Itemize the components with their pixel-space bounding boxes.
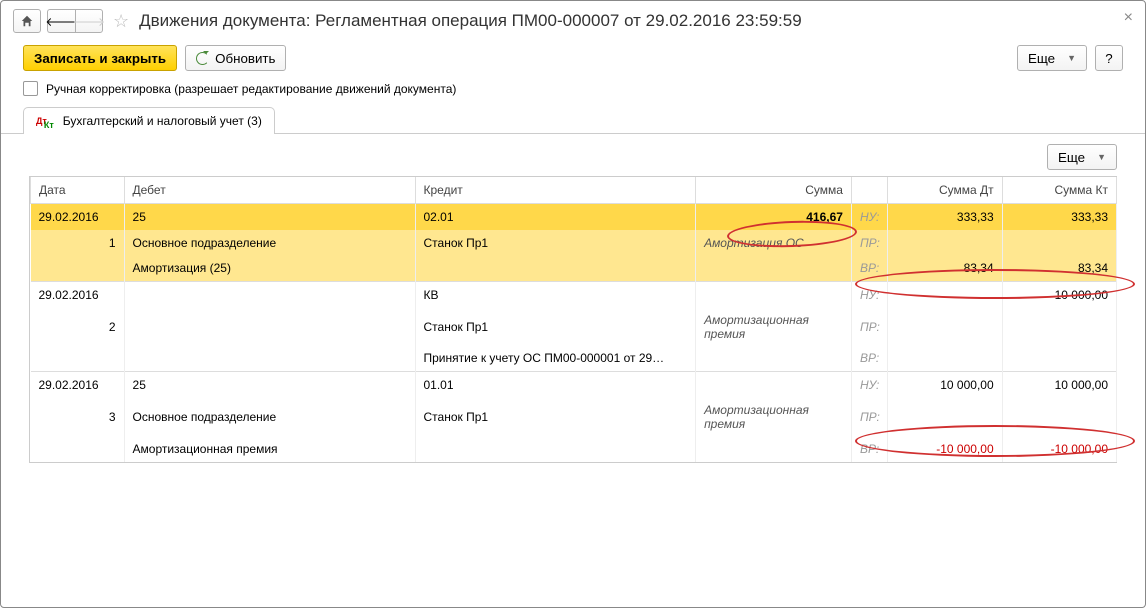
- cell-pr-dt: [888, 230, 1002, 256]
- cell-pr-dt: [888, 308, 1002, 346]
- cell-date: 29.02.2016: [31, 204, 125, 230]
- favorite-icon[interactable]: ☆: [113, 11, 129, 32]
- cell-vr-kt: 83,34: [1002, 256, 1116, 282]
- tab-label: Бухгалтерский и налоговый учет (3): [63, 114, 262, 128]
- manual-correction-label: Ручная корректировка (разрешает редактир…: [46, 82, 456, 96]
- cell-vr-label: ВР:: [851, 346, 887, 372]
- cell-debit-sub1: [124, 308, 415, 346]
- cell-nu-dt: 10 000,00: [888, 372, 1002, 398]
- close-button[interactable]: ×: [1124, 9, 1133, 27]
- cell-nu-dt: [888, 282, 1002, 308]
- cell-num: 3: [31, 398, 125, 436]
- cell-nu-label: НУ:: [851, 372, 887, 398]
- cell-credit-sub2: [415, 436, 696, 462]
- cell-sum: [696, 372, 852, 398]
- cell-pr-kt: [1002, 398, 1116, 436]
- cell-credit-sub1: Станок Пр1: [415, 398, 696, 436]
- cell-debit-acc: [124, 282, 415, 308]
- table-row[interactable]: 3 Основное подразделение Станок Пр1 Амор…: [31, 398, 1117, 436]
- table-row[interactable]: Принятие к учету ОС ПМ00-000001 от 29… В…: [31, 346, 1117, 372]
- postings-table[interactable]: Дата Дебет Кредит Сумма Сумма Дт Сумма К…: [30, 177, 1117, 462]
- manual-correction-checkbox[interactable]: [23, 81, 38, 96]
- cell-vr-dt: 83,34: [888, 256, 1002, 282]
- cell-pr-label: ПР:: [851, 398, 887, 436]
- cell-credit-sub1: Станок Пр1: [415, 308, 696, 346]
- refresh-icon: [196, 52, 209, 65]
- cell-date: 29.02.2016: [31, 372, 125, 398]
- table-more-label: Еще: [1058, 150, 1085, 165]
- cell-num: 2: [31, 308, 125, 346]
- save-close-button[interactable]: Записать и закрыть: [23, 45, 177, 71]
- cell-nu-dt: 333,33: [888, 204, 1002, 230]
- chevron-down-icon: ▼: [1067, 53, 1076, 63]
- cell-vr-kt: [1002, 346, 1116, 372]
- cell-debit-sub2: [124, 346, 415, 372]
- table-row[interactable]: Амортизационная премия ВР: -10 000,00 -1…: [31, 436, 1117, 462]
- cell-pr-kt: [1002, 230, 1116, 256]
- cell-pr-label: ПР:: [851, 308, 887, 346]
- cell-nu-label: НУ:: [851, 282, 887, 308]
- cell-credit-acc: 02.01: [415, 204, 696, 230]
- col-lbl: [851, 177, 887, 204]
- table-row[interactable]: 1 Основное подразделение Станок Пр1 Амор…: [31, 230, 1117, 256]
- table-row[interactable]: 29.02.2016 КВ НУ: 10 000,00: [31, 282, 1117, 308]
- cell-debit-sub2: Амортизационная премия: [124, 436, 415, 462]
- col-date[interactable]: Дата: [31, 177, 125, 204]
- cell-credit-sub1: Станок Пр1: [415, 230, 696, 256]
- cell-debit-sub2: Амортизация (25): [124, 256, 415, 282]
- cell-num: 1: [31, 230, 125, 256]
- more-button[interactable]: Еще ▼: [1017, 45, 1087, 71]
- cell-vr-dt: -10 000,00: [888, 436, 1002, 462]
- table-row[interactable]: 29.02.2016 25 02.01 416,67 НУ: 333,33 33…: [31, 204, 1117, 230]
- more-label: Еще: [1028, 51, 1055, 66]
- chevron-down-icon: ▼: [1097, 152, 1106, 162]
- cell-pr-label: ПР:: [851, 230, 887, 256]
- cell-nu-label: НУ:: [851, 204, 887, 230]
- table-row[interactable]: 2 Станок Пр1 Амортизационная премия ПР:: [31, 308, 1117, 346]
- page-title: Движения документа: Регламентная операци…: [139, 11, 802, 31]
- cell-credit-acc: КВ: [415, 282, 696, 308]
- cell-vr-label: ВР:: [851, 256, 887, 282]
- cell-desc: Амортизация ОС: [696, 230, 852, 256]
- table-row[interactable]: Амортизация (25) ВР: 83,34 83,34: [31, 256, 1117, 282]
- tab-accounting[interactable]: ДтКт Бухгалтерский и налоговый учет (3): [23, 107, 275, 134]
- cell-pr-kt: [1002, 308, 1116, 346]
- cell-credit-sub2: Принятие к учету ОС ПМ00-000001 от 29…: [415, 346, 696, 372]
- cell-debit-sub1: Основное подразделение: [124, 398, 415, 436]
- forward-button[interactable]: 🡒: [75, 9, 103, 33]
- cell-credit-sub2: [415, 256, 696, 282]
- cell-nu-kt: 10 000,00: [1002, 282, 1116, 308]
- col-dt[interactable]: Сумма Дт: [888, 177, 1002, 204]
- cell-debit-sub1: Основное подразделение: [124, 230, 415, 256]
- col-kt[interactable]: Сумма Кт: [1002, 177, 1116, 204]
- cell-pr-dt: [888, 398, 1002, 436]
- cell-desc: Амортизационная премия: [696, 308, 852, 346]
- col-credit[interactable]: Кредит: [415, 177, 696, 204]
- cell-desc: Амортизационная премия: [696, 398, 852, 436]
- cell-vr-kt: -10 000,00: [1002, 436, 1116, 462]
- cell-credit-acc: 01.01: [415, 372, 696, 398]
- cell-debit-acc: 25: [124, 204, 415, 230]
- table-more-button[interactable]: Еще ▼: [1047, 144, 1117, 170]
- back-button[interactable]: 🡐: [47, 9, 75, 33]
- dt-kt-icon: ДтКт: [36, 115, 57, 127]
- col-debit[interactable]: Дебет: [124, 177, 415, 204]
- refresh-button[interactable]: Обновить: [185, 45, 286, 71]
- cell-sum: 416,67: [696, 204, 852, 230]
- cell-vr-dt: [888, 346, 1002, 372]
- cell-nu-kt: 10 000,00: [1002, 372, 1116, 398]
- cell-nu-kt: 333,33: [1002, 204, 1116, 230]
- cell-sum: [696, 282, 852, 308]
- refresh-label: Обновить: [215, 51, 275, 66]
- cell-debit-acc: 25: [124, 372, 415, 398]
- table-row[interactable]: 29.02.2016 25 01.01 НУ: 10 000,00 10 000…: [31, 372, 1117, 398]
- cell-date: 29.02.2016: [31, 282, 125, 308]
- home-button[interactable]: [13, 9, 41, 33]
- col-sum[interactable]: Сумма: [696, 177, 852, 204]
- cell-vr-label: ВР:: [851, 436, 887, 462]
- help-button[interactable]: ?: [1095, 45, 1123, 71]
